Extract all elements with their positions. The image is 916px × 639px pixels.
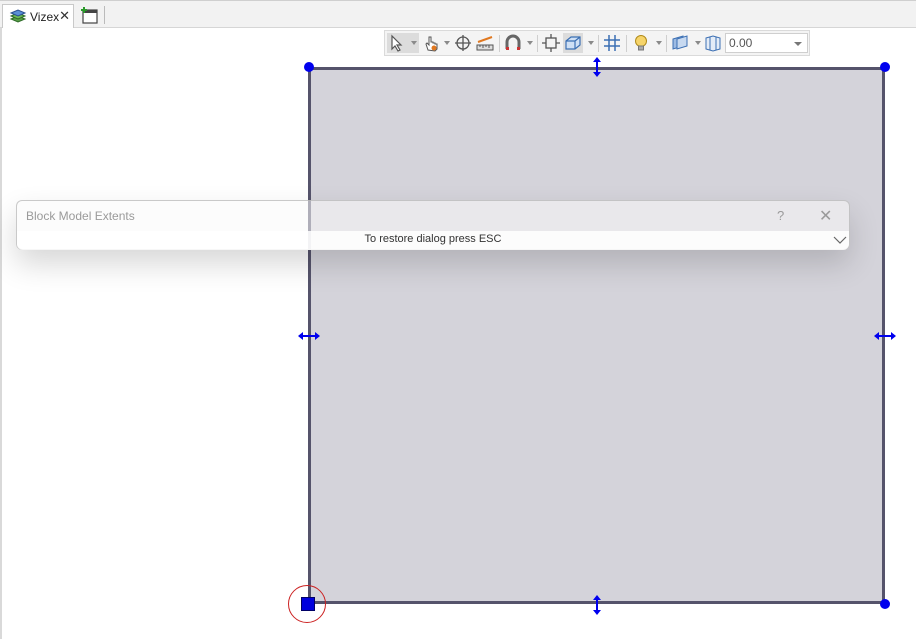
layers-dropdown-icon[interactable]: [695, 41, 701, 45]
section-width-combo[interactable]: 0.00: [725, 33, 808, 53]
zoom-extents-icon: [542, 34, 560, 52]
view-box-icon: [565, 36, 581, 50]
select-arrow-icon: [391, 34, 403, 52]
tab-strip: Vizex ✕: [0, 0, 916, 29]
select-dropdown-icon[interactable]: [411, 41, 417, 45]
highlight-circle: [288, 585, 326, 623]
resize-horizontal-icon[interactable]: [297, 324, 321, 348]
crosshair-button[interactable]: [453, 33, 473, 53]
lighting-dropdown-icon[interactable]: [656, 41, 662, 45]
tab-separator: [104, 6, 105, 24]
view-toolbar: 0.00: [384, 30, 810, 56]
dialog-restore-bar[interactable]: To restore dialog press ESC: [17, 231, 849, 250]
block-model-extents-dialog: Block Model Extents ? ✕ To restore dialo…: [16, 200, 850, 250]
toolbar-separator: [499, 35, 500, 52]
measure-button[interactable]: [475, 33, 495, 53]
grid-icon: [604, 35, 620, 51]
grid-button[interactable]: [602, 33, 622, 53]
lighting-button[interactable]: [631, 33, 651, 53]
toolbar-separator: [598, 35, 599, 52]
tab-label: Vizex: [30, 10, 60, 24]
chevron-down-icon[interactable]: [833, 234, 847, 246]
select-button[interactable]: [387, 33, 419, 53]
section-button[interactable]: [703, 33, 723, 53]
layers-button[interactable]: [670, 33, 690, 53]
new-tab-icon[interactable]: [80, 6, 100, 26]
pan-hand-icon: [425, 36, 438, 52]
snap-button[interactable]: [503, 33, 523, 53]
toolbar-separator: [626, 35, 627, 52]
corner-handle-top-left[interactable]: [304, 62, 314, 72]
resize-vertical-icon[interactable]: [585, 55, 609, 79]
vizex-layers-icon: [9, 9, 27, 23]
section-icon: [705, 35, 721, 52]
restore-hint: To restore dialog press ESC: [364, 233, 502, 245]
toolbar-separator: [666, 35, 667, 52]
snap-dropdown-icon[interactable]: [527, 41, 533, 45]
corner-handle-top-right[interactable]: [880, 62, 890, 72]
pan-dropdown-icon[interactable]: [444, 41, 450, 45]
resize-vertical-icon[interactable]: [585, 593, 609, 617]
dialog-title: Block Model Extents: [26, 209, 135, 223]
toolbar-separator: [537, 35, 538, 52]
layers-icon: [672, 35, 688, 50]
close-icon[interactable]: ✕: [819, 206, 832, 226]
crosshair-icon: [455, 35, 471, 51]
tab-vizex[interactable]: Vizex ✕: [2, 4, 74, 29]
chevron-down-icon[interactable]: [794, 42, 802, 46]
corner-handle-bottom-right[interactable]: [880, 599, 890, 609]
section-width-value: 0.00: [729, 36, 753, 50]
resize-horizontal-icon[interactable]: [873, 324, 897, 348]
pan-button[interactable]: [421, 33, 441, 53]
block-model-extent-box[interactable]: [308, 67, 885, 604]
zoom-extents-button[interactable]: [541, 33, 561, 53]
measure-ruler-icon: [476, 36, 494, 51]
tab-close-icon[interactable]: ✕: [59, 8, 70, 24]
help-icon[interactable]: ?: [777, 208, 784, 223]
magnet-snap-icon: [505, 34, 521, 50]
lightbulb-icon: [635, 35, 647, 51]
view-box-button[interactable]: [563, 33, 583, 53]
view-box-dropdown-icon[interactable]: [588, 41, 594, 45]
